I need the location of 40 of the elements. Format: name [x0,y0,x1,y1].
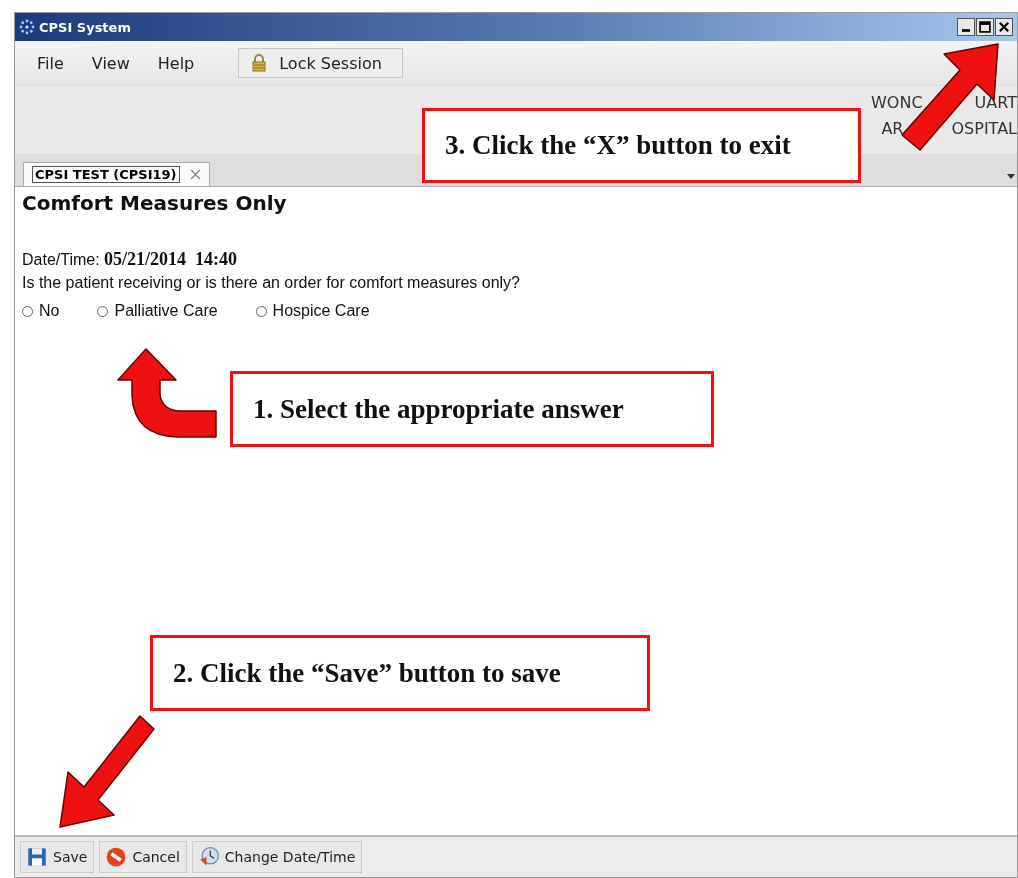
callout-box: 3. Click the “X” button to exit [422,108,861,183]
header-text: AR [881,118,904,140]
header-text: UART [974,92,1017,114]
clock-icon [198,847,219,867]
close-button[interactable] [995,18,1013,36]
radio-button[interactable] [255,305,267,317]
change-date-time-button[interactable]: Change Date/Time [191,841,363,873]
maximize-button[interactable] [976,18,994,36]
dots-logo-icon [19,19,35,35]
curved-arrow-icon [117,348,217,438]
close-icon [997,20,1011,34]
menu-item[interactable]: View [77,49,144,77]
maximize-icon [978,20,992,34]
date-time-label: Date/Time: [22,251,100,268]
dropdown-icon[interactable] [1007,172,1015,180]
minimize-button[interactable] [957,18,975,36]
arrow-icon [59,715,155,828]
minimize-icon [962,29,970,32]
window-title: CPSI System [39,19,131,35]
radio-option[interactable]: Hospice Care [255,302,370,320]
radio-option[interactable]: Palliative Care [97,302,218,320]
header-text: OSPITAL [951,118,1017,140]
padlock-icon [251,54,268,72]
close-tab-icon[interactable] [189,169,201,180]
document-tab[interactable]: CPSI TEST (CPSI19) [23,162,210,186]
callout-box: 2. Click the “Save” button to save [150,635,650,711]
form-title: Comfort Measures Only [22,191,288,215]
radio-option[interactable]: No [22,302,60,320]
radio-button[interactable] [22,305,33,317]
question-text: Is the patient receiving or is there an order for comfort measures only? [22,274,521,292]
cancel-button[interactable]: Cancel [99,841,187,873]
lock-session-button[interactable]: Lock Session [238,48,403,78]
menu-item[interactable]: Help [143,49,209,77]
header-text: WONC [871,92,923,114]
menu-item[interactable]: File [23,49,78,77]
radio-button[interactable] [97,305,109,317]
save-button[interactable]: Save [20,841,95,873]
callout-box: 1. Select the appropriate answer [230,371,714,447]
no-entry-icon [106,847,127,867]
date-time-value: 05/21/2014 14:40 [104,249,238,269]
